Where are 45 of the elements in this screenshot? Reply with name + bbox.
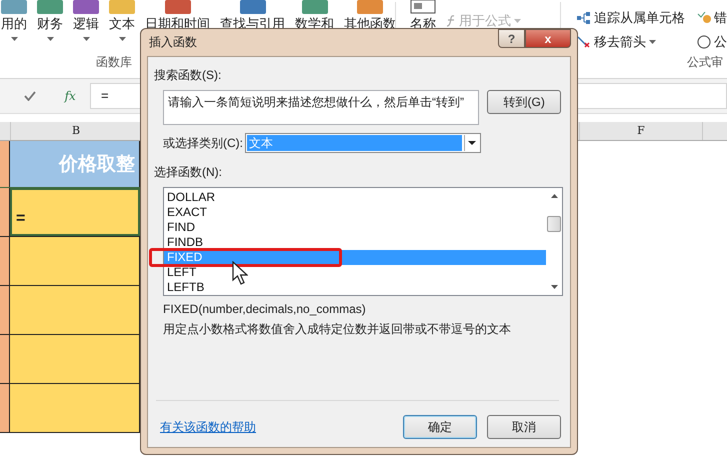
search-field[interactable]: 请输入一条简短说明来描述您想做什么，然后单击“转到” [163, 90, 480, 125]
function-category-button[interactable]: 财务 [37, 16, 63, 31]
function-description: 用定点小数格式将数值舍入成特定位数并返回带或不带逗号的文本 [162, 321, 512, 338]
function-category-button[interactable]: 逻辑 [73, 16, 99, 31]
scroll-down-icon[interactable] [550, 285, 558, 289]
column-header[interactable]: F [580, 122, 703, 140]
function-list-item[interactable]: DOLLAR [164, 190, 546, 205]
insert-function-button[interactable]: fx [64, 89, 76, 103]
table-cell [0, 141, 10, 187]
function-category-button[interactable]: 文本 [109, 16, 135, 31]
scroll-thumb[interactable] [547, 216, 561, 232]
close-button[interactable]: x [525, 29, 571, 48]
enter-check-icon[interactable] [24, 91, 36, 101]
active-cell[interactable]: = [10, 188, 140, 236]
formula-icon [446, 15, 456, 27]
group-label: 公式审 [686, 54, 723, 71]
search-label: 搜索函数(S): [154, 67, 222, 84]
trace-icon [576, 12, 591, 24]
ok-button[interactable]: 确定 [403, 415, 477, 439]
help-link[interactable]: 有关该函数的帮助 [160, 418, 256, 436]
function-list-item[interactable]: FIND [164, 220, 546, 235]
help-button[interactable]: ? [498, 29, 525, 48]
evaluate-formula-button[interactable]: 公 [714, 33, 727, 51]
function-category-button[interactable]: 用的 [1, 16, 27, 31]
evaluate-formula-icon [696, 35, 711, 49]
group-label: 函数库 [96, 54, 132, 71]
remove-arrows-icon [576, 36, 591, 48]
scroll-up-icon[interactable] [550, 194, 558, 198]
function-list-item[interactable]: EXACT [164, 205, 546, 220]
error-check-button[interactable]: 错 [714, 9, 727, 27]
remove-arrows-button[interactable]: 移去箭头 [594, 33, 646, 51]
go-button[interactable]: 转到(G) [487, 90, 561, 114]
function-signature: FIXED(number,decimals,no_commas) [162, 302, 367, 316]
trace-dependents-button[interactable]: 追踪从属单元格 [594, 9, 685, 27]
header-cell: 价格取整 [10, 141, 140, 187]
function-list-item[interactable]: LEFT [164, 265, 546, 280]
mouse-cursor-icon [232, 261, 248, 285]
cancel-button[interactable]: 取消 [487, 415, 561, 439]
dialog-title: 插入函数 [149, 34, 197, 51]
category-label: 或选择类别(C): [163, 134, 243, 152]
function-list-item[interactable]: FINDB [164, 235, 546, 250]
warning-icon [696, 12, 711, 24]
function-list-item[interactable]: LEFTB [164, 280, 546, 295]
functions-label: 选择函数(N): [154, 164, 223, 181]
caret-icon[interactable] [464, 135, 479, 151]
